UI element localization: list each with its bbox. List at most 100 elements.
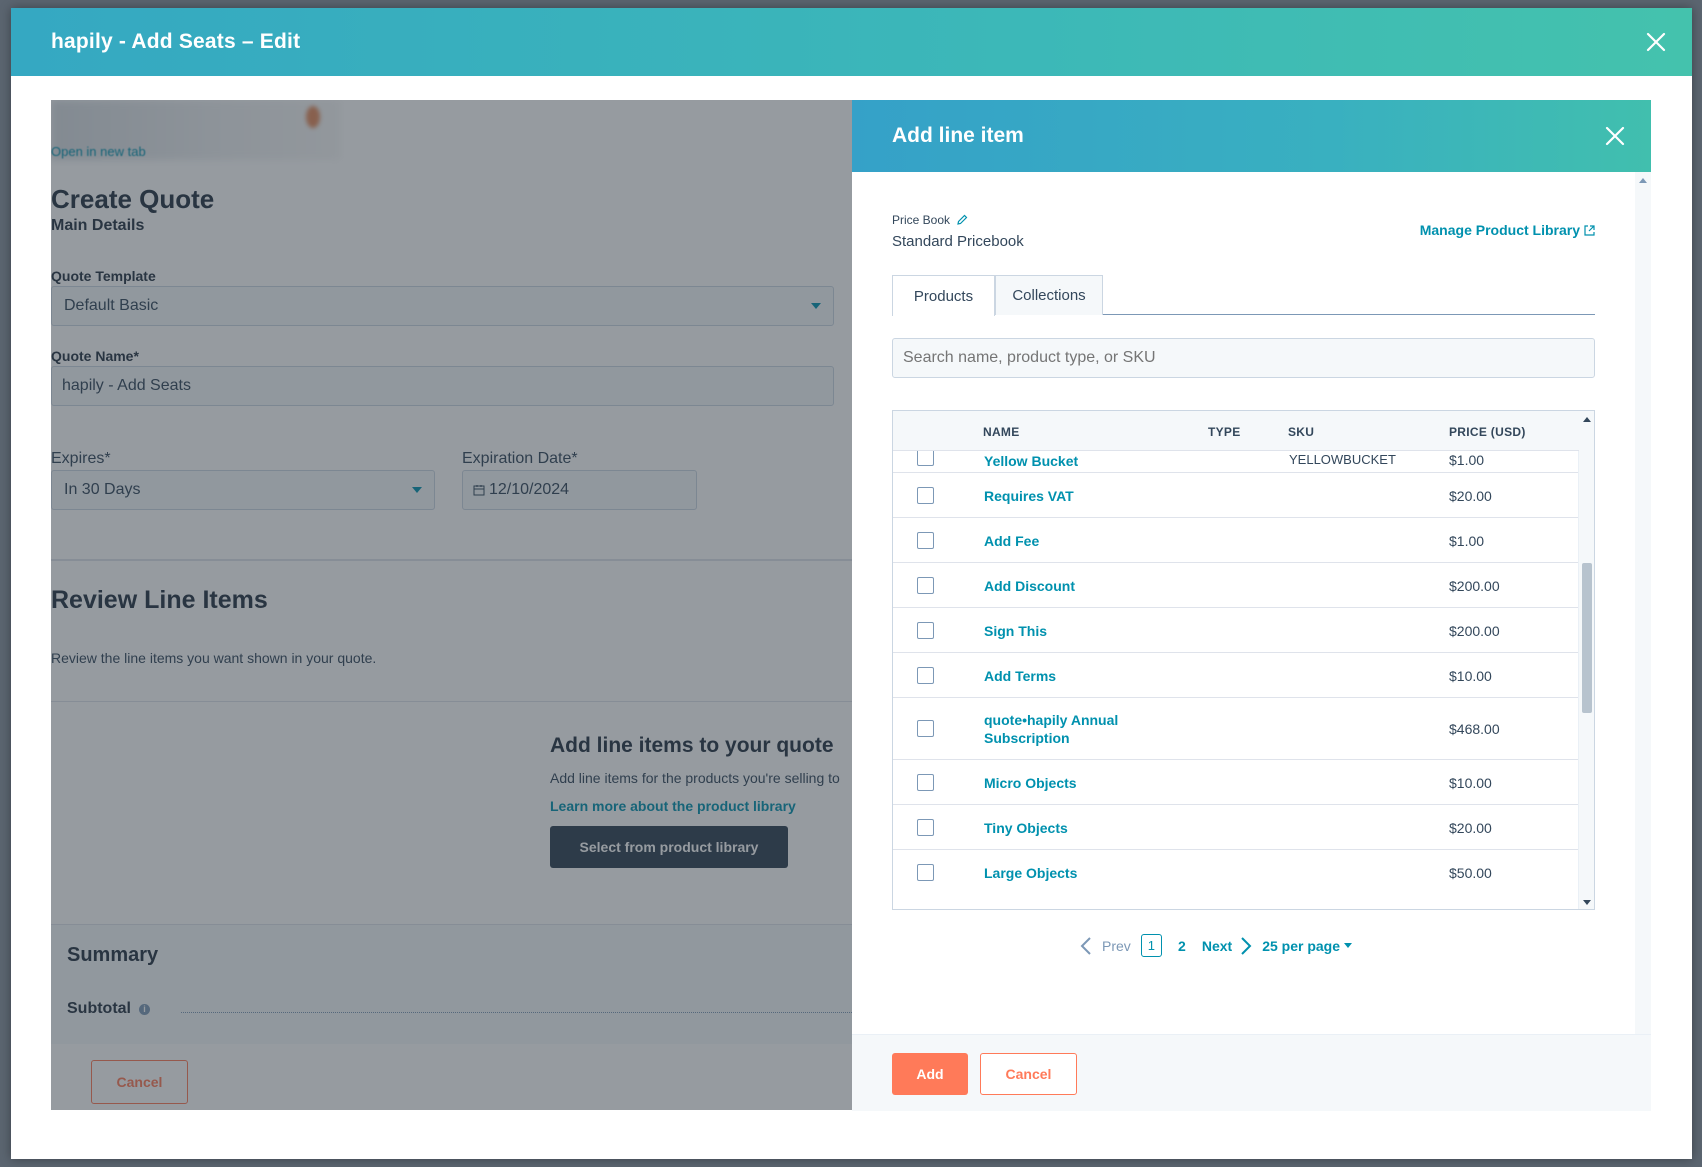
info-icon[interactable]: i — [139, 1003, 150, 1015]
product-name-link[interactable]: Sign This — [984, 622, 1144, 640]
subtotal-row: Subtotal i — [67, 1000, 150, 1018]
quote-template-select[interactable]: Default Basic — [51, 286, 834, 326]
tab-products[interactable]: Products — [892, 275, 995, 316]
next-label: Next — [1201, 937, 1233, 954]
summary-title: Summary — [67, 944, 159, 966]
scroll-up-arrow[interactable] — [1583, 417, 1591, 422]
learn-more-link[interactable]: Learn more about the product library — [550, 798, 796, 814]
expires-label: Expires* — [51, 450, 111, 467]
quote-name-input[interactable]: hapily - Add Seats — [51, 366, 834, 406]
form-cancel-button[interactable]: Cancel — [91, 1060, 188, 1104]
divider — [51, 559, 852, 561]
quote-template-value: Default Basic — [64, 297, 159, 314]
pagination: Prev 1 2 Next 25 per page — [1080, 934, 1353, 957]
review-heading: Review Line Items — [51, 586, 268, 614]
price-book-label: Price Book — [892, 213, 968, 227]
row-checkbox[interactable] — [917, 667, 934, 684]
row-checkbox[interactable] — [917, 774, 934, 791]
cancel-button[interactable]: Cancel — [980, 1053, 1077, 1095]
product-price: $50.00 — [1449, 865, 1492, 881]
manage-product-library-link[interactable]: Manage Product Library — [1420, 222, 1595, 238]
add-button[interactable]: Add — [892, 1053, 968, 1095]
table-row[interactable]: Add Fee $1.00 — [893, 518, 1579, 563]
next-page-button[interactable]: Next — [1202, 936, 1252, 956]
product-price: $10.00 — [1449, 775, 1492, 791]
product-name-link[interactable]: Tiny Objects — [984, 819, 1144, 837]
expiration-date-input[interactable]: 12/10/2024 — [462, 470, 697, 510]
column-sku[interactable]: SKU — [1288, 425, 1314, 439]
per-page-dropdown[interactable]: 25 per page — [1262, 937, 1353, 954]
product-price: $200.00 — [1449, 578, 1500, 594]
product-name-link[interactable]: Large Objects — [984, 864, 1144, 882]
page-title: Create Quote — [51, 184, 215, 214]
product-search-input[interactable] — [892, 338, 1595, 378]
expiration-date-label: Expiration Date* — [462, 450, 578, 467]
scroll-up-arrow[interactable] — [1639, 178, 1647, 183]
chevron-left-icon — [1080, 936, 1091, 955]
per-page-label: 25 per page — [1262, 937, 1341, 954]
prev-page-button[interactable]: Prev — [1080, 936, 1131, 956]
table-row[interactable]: Sign This $200.00 — [893, 608, 1579, 653]
tab-collections[interactable]: Collections — [995, 275, 1103, 315]
scroll-down-arrow[interactable] — [1583, 900, 1591, 905]
blurred-avatar — [306, 106, 320, 128]
row-checkbox[interactable] — [917, 622, 934, 639]
review-description: Review the line items you want shown in … — [51, 650, 377, 666]
close-icon — [1646, 32, 1666, 52]
product-name-link[interactable]: Yellow Bucket — [984, 452, 1144, 470]
product-price: $1.00 — [1449, 533, 1485, 549]
table-row[interactable]: quote•hapily Annual Subscription $468.00 — [893, 698, 1579, 760]
product-name-link[interactable]: Requires VAT — [984, 487, 1144, 505]
row-checkbox[interactable] — [917, 532, 934, 549]
row-checkbox[interactable] — [917, 577, 934, 594]
chevron-down-icon — [412, 487, 422, 493]
product-price: $10.00 — [1449, 668, 1492, 684]
table-row[interactable]: Add Discount $200.00 — [893, 563, 1579, 608]
modal-title: hapily - Add Seats – Edit — [51, 30, 301, 53]
select-from-library-button[interactable]: Select from product library — [550, 826, 788, 868]
scroll-thumb[interactable] — [1582, 563, 1592, 713]
product-name-link[interactable]: Micro Objects — [984, 774, 1144, 792]
row-checkbox[interactable] — [917, 864, 934, 881]
empty-state-description: Add line items for the products you're s… — [550, 770, 840, 786]
row-checkbox[interactable] — [917, 449, 934, 466]
products-table: NAME TYPE SKU PRICE (USD) Yellow Bucket … — [892, 410, 1595, 910]
table-row[interactable]: Large Objects $50.00 — [893, 850, 1579, 895]
pencil-icon[interactable] — [956, 214, 968, 226]
page-1-button[interactable]: 1 — [1140, 934, 1163, 957]
product-name-link[interactable]: Add Fee — [984, 532, 1144, 550]
empty-state-title: Add line items to your quote — [550, 734, 834, 757]
product-price: $200.00 — [1449, 623, 1500, 639]
table-scrollbar[interactable] — [1578, 411, 1594, 909]
expires-select[interactable]: In 30 Days — [51, 470, 435, 510]
modal-close-button[interactable] — [1640, 26, 1672, 58]
table-row[interactable]: Micro Objects $10.00 — [893, 760, 1579, 805]
panel-close-button[interactable] — [1599, 120, 1631, 152]
table-header: NAME TYPE SKU PRICE (USD) — [893, 411, 1579, 451]
row-checkbox[interactable] — [917, 487, 934, 504]
table-row[interactable]: Add Terms $10.00 — [893, 653, 1579, 698]
table-row[interactable]: Requires VAT $20.00 — [893, 473, 1579, 518]
quote-name-value: hapily - Add Seats — [62, 377, 191, 394]
expiration-date-value: 12/10/2024 — [489, 481, 570, 498]
quote-edit-modal: hapily - Add Seats – Edit Open in new ta… — [11, 8, 1692, 1159]
page-2-button[interactable]: 2 — [1172, 938, 1192, 954]
manage-link-text: Manage Product Library — [1419, 222, 1580, 238]
column-price[interactable]: PRICE (USD) — [1449, 425, 1526, 439]
product-sku: YELLOWBUCKET — [1289, 452, 1396, 467]
row-checkbox[interactable] — [917, 819, 934, 836]
quote-name-label: Quote Name* — [51, 348, 139, 364]
column-type[interactable]: TYPE — [1208, 425, 1241, 439]
table-row[interactable]: Tiny Objects $20.00 — [893, 805, 1579, 850]
row-checkbox[interactable] — [917, 720, 934, 737]
product-name-link[interactable]: quote•hapily Annual Subscription — [984, 711, 1144, 747]
subtotal-label: Subtotal — [67, 1000, 131, 1017]
panel-scrollbar[interactable] — [1635, 172, 1651, 1034]
panel-title: Add line item — [892, 124, 1024, 147]
product-price: $468.00 — [1449, 721, 1500, 737]
product-name-link[interactable]: Add Terms — [984, 667, 1144, 685]
product-name-link[interactable]: Add Discount — [984, 577, 1144, 595]
section-subtitle: Main Details — [51, 217, 145, 234]
open-new-tab-link[interactable]: Open in new tab — [51, 144, 146, 159]
column-name[interactable]: NAME — [983, 425, 1020, 439]
